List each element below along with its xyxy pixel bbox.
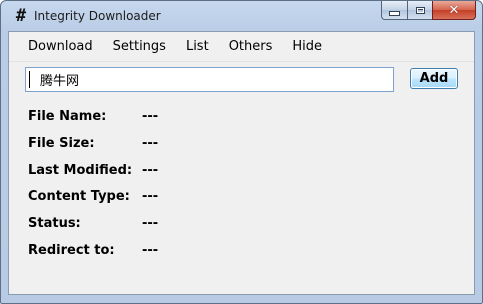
minimize-icon [389,10,400,16]
content-type-value: --- [142,188,159,204]
menu-item-hide[interactable]: Hide [282,37,332,57]
text-caret [29,71,30,88]
close-icon: ✕ [448,2,460,18]
menu-item-list[interactable]: List [176,37,219,57]
app-window: # Integrity Downloader ✕ Download Settin… [0,0,483,304]
file-name-value: --- [142,108,159,124]
url-input[interactable] [25,67,394,92]
file-size-value: --- [142,135,159,151]
status-row: Status: --- [28,213,158,233]
menu-item-settings[interactable]: Settings [103,37,176,57]
caption-buttons: ✕ [381,1,476,21]
maximize-icon [415,6,425,14]
status-value: --- [142,215,159,231]
status-label: Status: [28,215,81,231]
last-modified-row: Last Modified: --- [28,160,158,180]
content-type-label: Content Type: [28,188,130,204]
content-type-row: Content Type: --- [28,186,158,206]
redirect-label: Redirect to: [28,242,115,258]
add-button[interactable]: Add [410,68,458,89]
file-size-label: File Size: [28,135,95,151]
last-modified-label: Last Modified: [28,162,133,178]
minimize-button[interactable] [381,1,407,20]
file-size-row: File Size: --- [28,133,158,153]
menu-bar: Download Settings List Others Hide [9,32,474,62]
hash-icon: # [15,6,27,26]
title-bar[interactable]: # Integrity Downloader ✕ [1,1,482,31]
file-name-row: File Name: --- [28,106,158,126]
maximize-button[interactable] [407,1,432,20]
last-modified-value: --- [142,162,159,178]
menu-item-others[interactable]: Others [219,37,283,57]
client-area: Download Settings List Others Hide Add F… [8,31,475,295]
redirect-value: --- [142,242,159,258]
close-button[interactable]: ✕ [432,1,476,20]
file-name-label: File Name: [28,108,107,124]
menu-item-download[interactable]: Download [18,37,103,57]
window-title: Integrity Downloader [34,9,161,23]
redirect-row: Redirect to: --- [28,240,158,260]
